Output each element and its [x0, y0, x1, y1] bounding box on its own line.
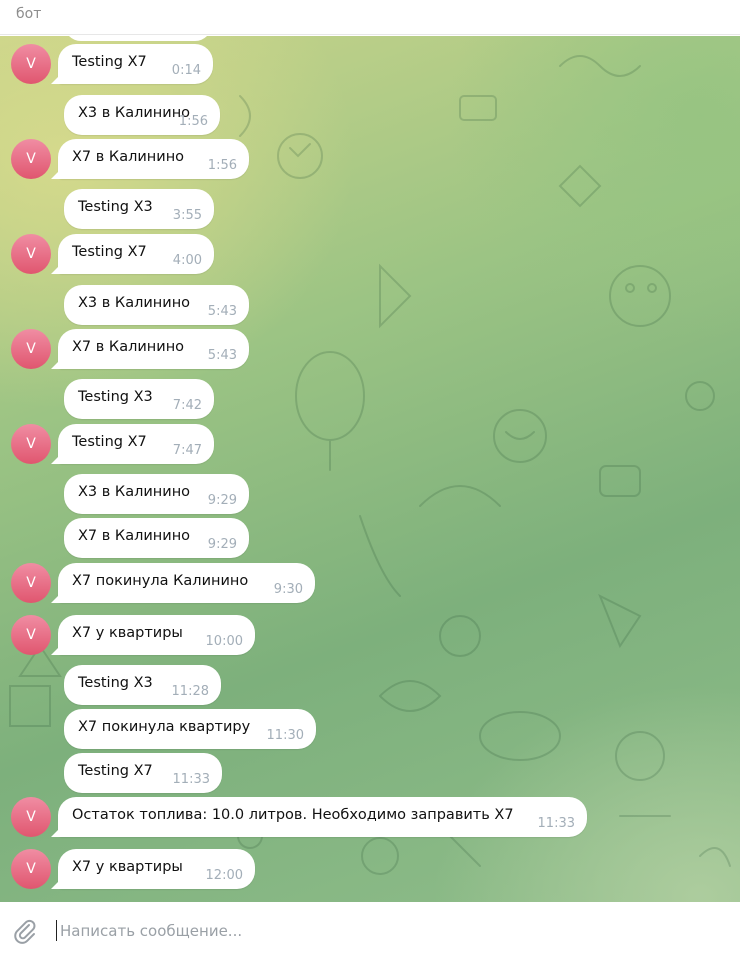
chat-header: бот — [0, 0, 740, 35]
message-bubble[interactable]: Остаток топлива: 10.0 литров. Необходимо… — [58, 797, 587, 837]
message-text: Testing X3 — [78, 675, 153, 691]
message-bubble[interactable]: X7 в Калинино 9:29 — [64, 518, 249, 558]
message-list[interactable]: V Testing X7 0:14 X3 в Калинино 1:56 V X… — [0, 36, 740, 902]
message-time: 11:28 — [171, 684, 209, 699]
message-time: 5:43 — [207, 348, 237, 363]
message-bubble[interactable]: X7 в Калинино 5:43 — [58, 329, 249, 369]
message-bubble[interactable]: X7 у квартиры 12:00 — [58, 849, 255, 889]
message-bubble[interactable]: X7 в Калинино 1:56 — [58, 139, 249, 179]
message-text: Остаток топлива: 10.0 литров. Необходимо… — [72, 807, 514, 823]
message-time: 4:00 — [172, 253, 202, 268]
sender-avatar[interactable]: V — [11, 615, 51, 655]
message-time: 11:33 — [172, 772, 210, 787]
message-bubble[interactable]: Testing X3 7:42 — [64, 379, 214, 419]
message-text: X3 в Калинино — [78, 484, 191, 500]
message-bubble[interactable]: Testing X3 11:28 — [64, 665, 221, 705]
previous-message-fragment — [64, 36, 212, 41]
message-time: 12:00 — [205, 868, 243, 883]
message-bubble[interactable]: X7 покинула квартиру 11:30 — [64, 709, 316, 749]
text-caret — [56, 920, 57, 941]
message-time: 0:14 — [171, 63, 201, 78]
message-text: Testing X7 — [72, 54, 147, 70]
message-time: 7:42 — [172, 398, 202, 413]
message-time: 9:30 — [273, 582, 303, 597]
message-text: Testing X7 — [78, 763, 153, 779]
message-bubble[interactable]: Testing X7 4:00 — [58, 234, 214, 274]
message-text: X7 у квартиры — [72, 859, 183, 875]
paperclip-icon[interactable] — [10, 916, 38, 944]
chat-title[interactable]: бот — [16, 6, 41, 22]
message-bubble[interactable]: X7 у квартиры 10:00 — [58, 615, 255, 655]
message-bubble[interactable]: Testing X3 3:55 — [64, 189, 214, 229]
message-text: X7 у квартиры — [72, 625, 183, 641]
message-time: 9:29 — [207, 493, 237, 508]
message-time: 7:47 — [172, 443, 202, 458]
message-text: X7 в Калинино — [72, 149, 185, 165]
message-time: 11:33 — [537, 816, 575, 831]
sender-avatar[interactable]: V — [11, 797, 51, 837]
message-bubble[interactable]: Testing X7 7:47 — [58, 424, 214, 464]
message-time: 5:43 — [207, 304, 237, 319]
sender-avatar[interactable]: V — [11, 44, 51, 84]
message-time: 9:29 — [207, 537, 237, 552]
message-text: X7 покинула Калинино — [72, 573, 249, 589]
message-text: X7 в Калинино — [72, 339, 185, 355]
message-bubble[interactable]: X3 в Калинино 1:56 — [64, 95, 220, 135]
sender-avatar[interactable]: V — [11, 563, 51, 603]
message-input[interactable] — [58, 916, 722, 946]
message-bubble[interactable]: Testing X7 11:33 — [64, 753, 222, 793]
sender-avatar[interactable]: V — [11, 849, 51, 889]
message-time: 3:55 — [172, 208, 202, 223]
message-time: 1:56 — [178, 114, 208, 129]
message-text: X7 в Калинино — [78, 528, 191, 544]
message-text: Testing X3 — [78, 389, 153, 405]
message-text: X7 покинула квартиру — [78, 719, 251, 735]
message-composer — [0, 902, 740, 959]
message-text: X3 в Калинино — [78, 295, 191, 311]
message-text: Testing X7 — [72, 244, 147, 260]
sender-avatar[interactable]: V — [11, 139, 51, 179]
message-bubble[interactable]: X3 в Калинино 5:43 — [64, 285, 249, 325]
message-bubble[interactable]: Testing X7 0:14 — [58, 44, 213, 84]
message-bubble[interactable]: X3 в Калинино 9:29 — [64, 474, 249, 514]
message-bubble[interactable]: X7 покинула Калинино 9:30 — [58, 563, 315, 603]
message-text: Testing X7 — [72, 434, 147, 450]
message-time: 11:30 — [266, 728, 304, 743]
message-time: 1:56 — [207, 158, 237, 173]
message-text: X3 в Калинино — [78, 105, 191, 121]
message-time: 10:00 — [205, 634, 243, 649]
sender-avatar[interactable]: V — [11, 329, 51, 369]
sender-avatar[interactable]: V — [11, 424, 51, 464]
sender-avatar[interactable]: V — [11, 234, 51, 274]
message-text: Testing X3 — [78, 199, 153, 215]
